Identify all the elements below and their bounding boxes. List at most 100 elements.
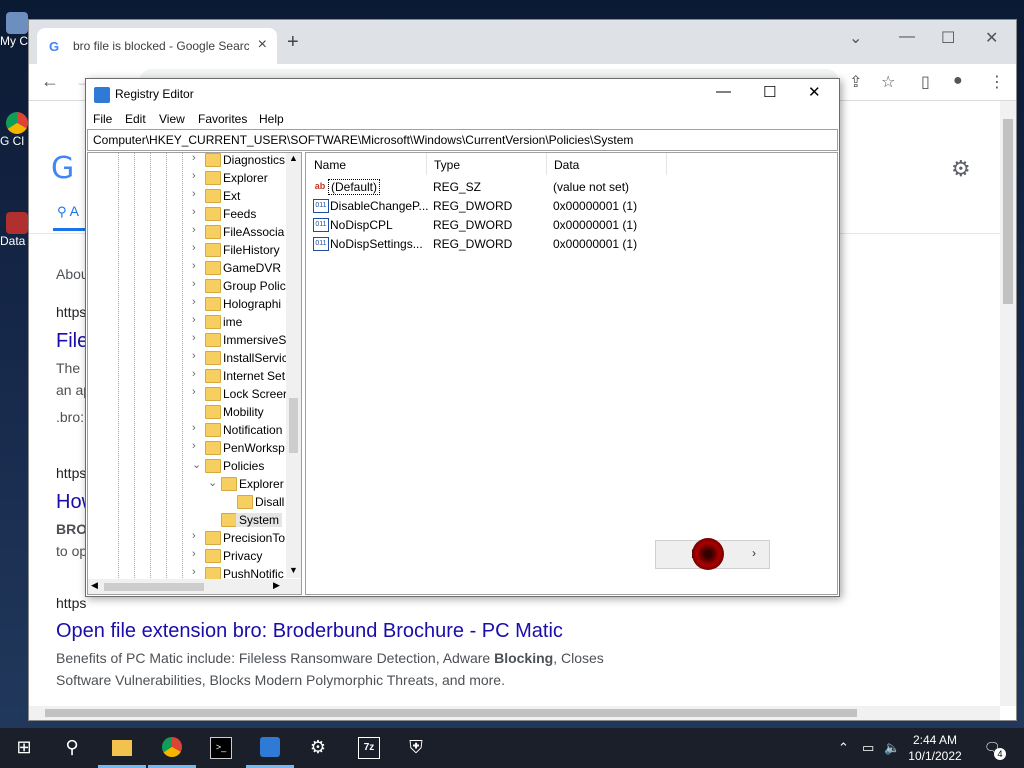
- taskbar-settings[interactable]: ⚙: [294, 728, 342, 768]
- value-row[interactable]: 011 NoDispCPL REG_DWORD 0x00000001 (1): [306, 216, 837, 235]
- back-arrow-icon[interactable]: ←: [41, 71, 59, 92]
- bookmark-star-icon[interactable]: ☆: [881, 72, 895, 92]
- chevron-right-icon[interactable]: ›: [192, 242, 202, 254]
- snippet-bold: Blocking: [494, 650, 554, 666]
- tab-all-label: A: [69, 203, 79, 219]
- chevron-right-icon[interactable]: ›: [192, 188, 202, 200]
- new-tab-button[interactable]: +: [287, 31, 299, 54]
- browser-tab[interactable]: G bro file is blocked - Google Search ×: [37, 28, 277, 64]
- tab-strip: G bro file is blocked - Google Search × …: [29, 20, 1016, 64]
- maximize-icon[interactable]: ☐: [763, 83, 776, 101]
- close-icon[interactable]: ✕: [808, 83, 821, 101]
- taskbar-search[interactable]: ⚲: [48, 728, 96, 768]
- chevron-down-icon[interactable]: ⌄: [208, 476, 218, 489]
- result-cite[interactable]: https: [56, 304, 86, 320]
- chevron-right-icon[interactable]: ›: [192, 440, 202, 452]
- chevron-right-icon[interactable]: ›: [192, 368, 202, 380]
- taskbar-7zip[interactable]: 7z: [344, 728, 392, 768]
- result-title[interactable]: File: [56, 330, 88, 353]
- value-row[interactable]: ab (Default) REG_SZ (value not set): [306, 178, 837, 197]
- show-hidden-icons-chevron-icon[interactable]: ⌃: [838, 740, 849, 756]
- chevron-right-icon[interactable]: ›: [192, 224, 202, 236]
- chevron-right-icon[interactable]: ›: [192, 422, 202, 434]
- menu-file[interactable]: File: [93, 112, 112, 126]
- volume-icon[interactable]: 🔈: [884, 740, 900, 756]
- desktop-icon-chrome[interactable]: G Cl: [0, 112, 30, 148]
- scroll-down-icon[interactable]: ▼: [289, 565, 298, 575]
- google-logo[interactable]: G: [51, 151, 74, 186]
- minimize-icon[interactable]: —: [716, 83, 731, 100]
- registry-editor-titlebar[interactable]: Registry Editor — ☐ ✕: [86, 79, 839, 109]
- start-button[interactable]: ⊞: [0, 728, 48, 768]
- tree-vertical-scrollbar[interactable]: ▲ ▼: [286, 153, 301, 578]
- taskbar-chrome[interactable]: [148, 728, 196, 768]
- chevron-right-icon[interactable]: ›: [192, 278, 202, 290]
- tree-node-label: Diagnostics: [223, 153, 286, 167]
- close-window-icon[interactable]: ✕: [985, 28, 998, 48]
- settings-gear-icon[interactable]: ⚙: [951, 156, 971, 182]
- scroll-right-icon[interactable]: ▶: [273, 580, 280, 591]
- tab-search-chevron-icon[interactable]: ⌄: [849, 28, 862, 48]
- chevron-right-icon[interactable]: ›: [192, 296, 202, 308]
- tab-all[interactable]: ⚲ A: [57, 203, 79, 220]
- column-header-name[interactable]: Name: [306, 153, 427, 175]
- chevron-right-icon[interactable]: ›: [192, 386, 202, 398]
- scrollbar-thumb[interactable]: [45, 709, 857, 717]
- result-cite[interactable]: https: [56, 595, 86, 611]
- chevron-right-icon[interactable]: ›: [192, 260, 202, 272]
- folder-icon: [205, 171, 221, 185]
- result-title[interactable]: Open file extension bro: Broderbund Broc…: [56, 620, 563, 643]
- taskbar-file-explorer[interactable]: [98, 728, 146, 768]
- taskbar-terminal[interactable]: >_: [196, 728, 244, 768]
- values-list-pane[interactable]: Name Type Data ab (Default) REG_SZ (value n…: [305, 152, 838, 595]
- page-horizontal-scrollbar[interactable]: [29, 706, 1000, 720]
- scrollbar-thumb[interactable]: [104, 583, 204, 591]
- menu-favorites[interactable]: Favorites: [198, 112, 247, 126]
- chevron-right-icon[interactable]: ›: [192, 332, 202, 344]
- side-panel-icon[interactable]: ▯: [921, 72, 930, 92]
- menu-edit[interactable]: Edit: [125, 112, 146, 126]
- taskbar-regedit[interactable]: [246, 728, 294, 768]
- share-icon[interactable]: ⇪: [849, 72, 862, 92]
- chevron-right-icon[interactable]: ›: [192, 350, 202, 362]
- column-header-data[interactable]: Data: [546, 153, 667, 175]
- tree-horizontal-scrollbar[interactable]: ◀ ▶: [88, 579, 301, 594]
- menu-kebab-icon[interactable]: ⋮: [989, 72, 1005, 92]
- chevron-right-icon[interactable]: ›: [192, 566, 202, 578]
- network-icon[interactable]: ▭: [862, 740, 874, 756]
- chevron-right-icon[interactable]: ›: [192, 153, 202, 164]
- address-bar[interactable]: Computer\HKEY_CURRENT_USER\SOFTWARE\Micr…: [87, 129, 838, 151]
- folder-icon: [205, 387, 221, 401]
- scrollbar-thumb[interactable]: [1003, 119, 1013, 304]
- tree-node-label: Explorer: [239, 477, 284, 491]
- page-vertical-scrollbar[interactable]: [1000, 101, 1016, 706]
- value-row[interactable]: 011 NoDispSettings... REG_DWORD 0x00000001 …: [306, 235, 837, 254]
- desktop-icon-my-computer[interactable]: My C: [0, 12, 30, 48]
- shield-icon: ⛨: [409, 737, 423, 757]
- maximize-icon[interactable]: ☐: [941, 28, 955, 48]
- key-tree-pane[interactable]: › Diagnostics › Explorer › Ext › Feeds › FileAsso…: [87, 152, 302, 595]
- result-cite[interactable]: https: [56, 465, 86, 481]
- column-header-type[interactable]: Type: [426, 153, 547, 175]
- chevron-right-icon[interactable]: ›: [192, 206, 202, 218]
- close-tab-icon[interactable]: ×: [258, 36, 267, 54]
- tree-node-label: FileHistory: [223, 243, 280, 257]
- minimize-icon[interactable]: —: [899, 28, 915, 46]
- taskbar-security[interactable]: ⛨: [392, 728, 440, 768]
- menu-help[interactable]: Help: [259, 112, 284, 126]
- chevron-right-icon[interactable]: ›: [192, 170, 202, 182]
- chevron-right-icon[interactable]: ›: [192, 548, 202, 560]
- desktop-icon-label: Data: [0, 234, 26, 248]
- scroll-up-icon[interactable]: ▲: [289, 153, 298, 163]
- value-row[interactable]: 011 DisableChangeP... REG_DWORD 0x00000001 …: [306, 197, 837, 216]
- desktop-icon-data[interactable]: Data: [0, 212, 30, 248]
- chevron-right-icon[interactable]: ›: [192, 314, 202, 326]
- scrollbar-thumb[interactable]: [289, 398, 298, 453]
- menu-view[interactable]: View: [159, 112, 185, 126]
- navigation-popup-button[interactable]: N ›: [655, 538, 770, 570]
- profile-avatar-icon[interactable]: ●: [953, 72, 963, 90]
- chevron-down-icon[interactable]: ⌄: [192, 458, 202, 471]
- clock[interactable]: 2:44 AM 10/1/2022: [900, 732, 970, 764]
- scroll-left-icon[interactable]: ◀: [91, 580, 98, 591]
- chevron-right-icon[interactable]: ›: [192, 530, 202, 542]
